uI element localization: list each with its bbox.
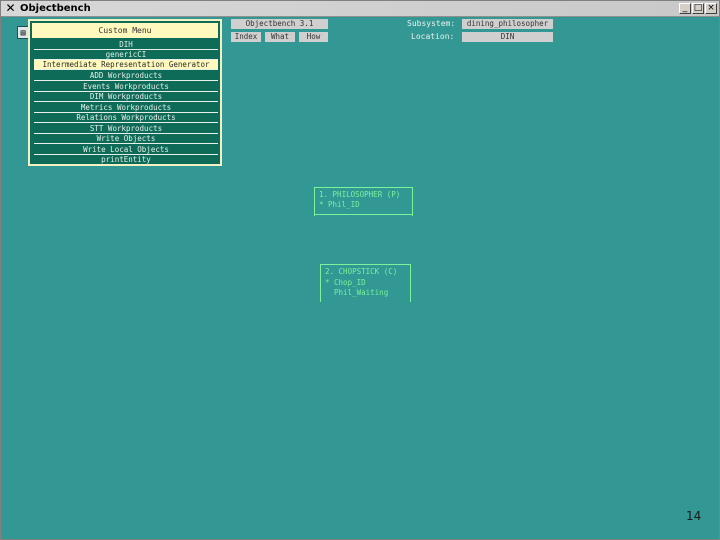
object-divider	[314, 214, 412, 215]
minimize-button[interactable]: _	[679, 3, 691, 14]
object-attribute: * Phil_ID	[319, 200, 360, 209]
menu-item[interactable]: Relations Workproducts	[34, 113, 218, 123]
location-label: Location:	[411, 32, 455, 41]
menu-item[interactable]: genericCI	[34, 50, 218, 60]
menu-title: Custom Menu	[32, 23, 218, 38]
subsystem-field[interactable]: dining_philosopher	[462, 19, 553, 29]
menu-item[interactable]: ADD Workproducts	[34, 71, 218, 81]
object-attribute: * Chop_ID	[325, 278, 366, 287]
chopstick-object[interactable]: 2. CHOPSTICK (C) * Chop_ID Phil_Waiting	[320, 264, 411, 302]
close-button[interactable]: ×	[705, 3, 717, 14]
window-title: Objectbench	[20, 3, 91, 14]
app-x-icon: ✕	[5, 1, 16, 15]
custom-menu: Custom Menu DIH genericCI Intermediate R…	[28, 19, 222, 166]
menu-item[interactable]: Events Workproducts	[34, 82, 218, 92]
object-attribute: Phil_Waiting	[325, 288, 389, 297]
index-button[interactable]: Index	[231, 32, 261, 42]
maximize-button[interactable]: □	[692, 3, 704, 14]
version-field: Objectbench 3.1	[231, 19, 328, 29]
menu-item[interactable]: printEntity	[34, 155, 218, 164]
menu-item[interactable]: Write Objects	[34, 134, 218, 144]
menu-item[interactable]: DIM Workproducts	[34, 92, 218, 102]
menu-item[interactable]: Write Local Objects	[34, 145, 218, 155]
philosopher-object[interactable]: 1. PHILOSOPHER (P) * Phil_ID	[314, 187, 413, 216]
how-button[interactable]: How	[299, 32, 328, 42]
title-bar[interactable]: ✕ Objectbench _ □ ×	[1, 1, 719, 17]
object-header: 1. PHILOSOPHER (P)	[319, 190, 401, 199]
objectbench-window: ✕ Objectbench _ □ × ▤ Custom Menu DIH ge…	[0, 0, 720, 540]
menu-item[interactable]: Metrics Workproducts	[34, 103, 218, 113]
subsystem-label: Subsystem:	[407, 19, 456, 28]
menu-item-highlighted[interactable]: Intermediate Representation Generator	[34, 60, 218, 70]
page-number: 14	[686, 509, 702, 523]
object-header: 2. CHOPSTICK (C)	[325, 267, 398, 276]
what-button[interactable]: What	[265, 32, 295, 42]
menu-item[interactable]: STT Workproducts	[34, 124, 218, 134]
location-field[interactable]: DIN	[462, 32, 553, 42]
menu-item[interactable]: DIH	[34, 40, 218, 50]
